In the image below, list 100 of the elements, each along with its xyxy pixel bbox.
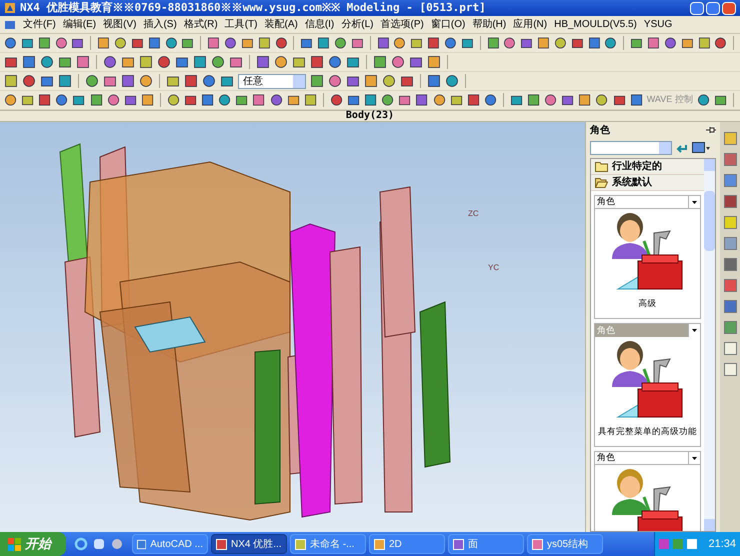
tool-icon[interactable] <box>130 36 144 50</box>
tool-icon[interactable] <box>184 93 198 107</box>
side-tool-icon[interactable] <box>724 342 736 355</box>
tool-icon[interactable] <box>382 74 396 88</box>
tool-icon[interactable] <box>520 36 534 50</box>
tool-icon[interactable] <box>140 93 154 107</box>
side-tool-icon[interactable] <box>724 258 736 271</box>
menu-item[interactable]: 工具(T) <box>224 17 258 32</box>
tool-icon[interactable] <box>317 36 330 50</box>
taskbar-button[interactable]: NX4 优胜... <box>211 534 287 554</box>
tool-icon[interactable] <box>364 74 378 88</box>
tool-icon[interactable] <box>664 36 677 50</box>
tool-icon[interactable] <box>103 74 117 88</box>
tool-icon[interactable] <box>328 55 342 69</box>
side-tool-icon[interactable] <box>724 363 736 376</box>
menu-item[interactable]: HB_MOULD(V5.5) <box>554 17 637 32</box>
tool-icon[interactable] <box>310 55 324 69</box>
tool-icon[interactable] <box>544 93 558 107</box>
menu-item[interactable]: 分析(L) <box>341 17 374 32</box>
role-card[interactable]: 角色 高级 <box>594 195 701 319</box>
tool-icon[interactable] <box>450 93 463 107</box>
tool-icon[interactable] <box>76 55 90 69</box>
taskbar-button[interactable]: 2D <box>369 534 445 554</box>
tool-icon[interactable] <box>58 74 72 88</box>
tool-icon[interactable] <box>55 93 68 107</box>
tool-icon[interactable] <box>181 36 194 50</box>
tool-icon[interactable] <box>220 74 234 88</box>
graphics-viewport[interactable]: ZC YC <box>0 122 585 532</box>
tool-icon[interactable] <box>54 36 68 50</box>
tool-icon[interactable] <box>612 93 626 107</box>
tool-icon[interactable] <box>680 36 694 50</box>
tool-icon[interactable] <box>21 93 34 107</box>
tool-icon[interactable] <box>184 74 198 88</box>
tool-icon[interactable] <box>647 36 660 50</box>
tool-icon[interactable] <box>286 93 300 107</box>
tool-icon[interactable] <box>252 93 266 107</box>
tool-icon[interactable] <box>330 93 343 107</box>
tool-icon[interactable] <box>211 55 225 69</box>
side-tool-icon[interactable] <box>724 132 736 145</box>
tool-icon[interactable] <box>235 93 248 107</box>
tool-icon[interactable] <box>274 55 288 69</box>
tool-icon[interactable] <box>193 55 207 69</box>
tool-icon[interactable] <box>346 55 360 69</box>
tool-icon[interactable] <box>106 93 120 107</box>
tool-icon[interactable] <box>157 55 171 69</box>
tool-icon[interactable] <box>218 93 232 107</box>
tool-icon[interactable] <box>486 36 500 50</box>
side-tool-icon[interactable] <box>724 300 736 313</box>
tool-icon[interactable] <box>103 55 117 69</box>
tool-icon[interactable] <box>114 36 127 50</box>
close-button[interactable] <box>722 2 736 14</box>
tool-icon[interactable] <box>630 93 643 107</box>
maximize-button[interactable] <box>706 2 720 14</box>
tool-icon[interactable] <box>484 93 497 107</box>
tool-icon[interactable] <box>554 36 567 50</box>
menu-item[interactable]: 信息(I) <box>304 17 334 32</box>
tool-icon[interactable] <box>38 36 51 50</box>
tool-icon[interactable] <box>604 36 618 50</box>
tool-icon[interactable] <box>466 93 480 107</box>
tool-icon[interactable] <box>22 74 36 88</box>
tool-icon[interactable] <box>696 93 710 107</box>
side-tool-icon[interactable] <box>724 321 736 334</box>
tool-icon[interactable] <box>258 36 270 50</box>
menu-item[interactable]: 应用(N) <box>513 17 548 32</box>
tool-icon[interactable] <box>121 55 135 69</box>
taskbar-button[interactable]: ys05结构 <box>527 534 603 554</box>
tool-icon[interactable] <box>90 93 103 107</box>
tool-icon[interactable] <box>121 74 135 88</box>
tool-icon[interactable] <box>445 74 459 88</box>
tool-icon[interactable] <box>537 36 550 50</box>
tool-icon[interactable] <box>364 93 378 107</box>
tool-icon[interactable] <box>40 55 54 69</box>
tool-icon[interactable] <box>148 36 161 50</box>
tool-icon[interactable] <box>240 36 254 50</box>
tool-icon[interactable] <box>58 55 72 69</box>
menu-item[interactable]: 帮助(H) <box>472 17 506 32</box>
tool-icon[interactable] <box>510 93 523 107</box>
menu-item[interactable]: 格式(R) <box>184 17 218 32</box>
tool-icon[interactable] <box>432 93 446 107</box>
tool-icon[interactable] <box>4 93 18 107</box>
menu-item[interactable]: 编辑(E) <box>62 17 96 32</box>
tool-icon[interactable] <box>310 74 324 88</box>
minimize-button[interactable] <box>690 2 704 14</box>
tool-icon[interactable] <box>427 55 441 69</box>
side-tool-icon[interactable] <box>724 174 736 187</box>
tool-icon[interactable] <box>526 93 540 107</box>
menu-item[interactable]: 装配(A) <box>264 17 298 32</box>
tool-icon[interactable] <box>270 93 283 107</box>
folder-row[interactable]: 行业特定的 <box>591 159 704 175</box>
side-tool-icon[interactable] <box>724 216 736 229</box>
tool-icon[interactable] <box>460 36 474 50</box>
tool-icon[interactable] <box>139 74 153 88</box>
tool-icon[interactable] <box>224 36 237 50</box>
menu-item[interactable]: 窗口(O) <box>430 17 466 32</box>
menu-item[interactable]: 首选项(P) <box>380 17 424 32</box>
menu-item[interactable]: 插入(S) <box>143 17 177 32</box>
browser-icon[interactable] <box>74 537 88 551</box>
tool-icon[interactable] <box>71 36 84 50</box>
folder-row[interactable]: 系统默认 <box>591 175 704 191</box>
menu-item[interactable]: 视图(V) <box>103 17 136 32</box>
